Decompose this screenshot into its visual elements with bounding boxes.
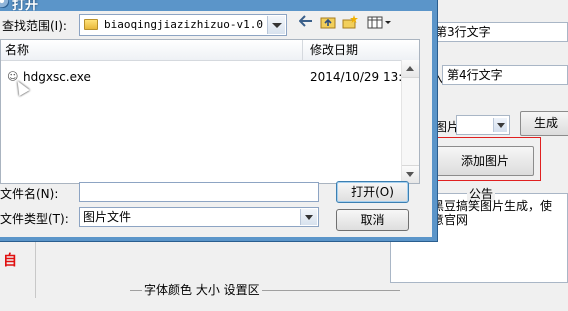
line3-text-field[interactable]: 第3行文字 [430, 22, 568, 42]
dialog-title-bar[interactable]: 打开 [0, 0, 437, 13]
chevron-down-icon [493, 118, 507, 132]
look-in-label: 查找范围(I): [2, 19, 67, 33]
file-name: hdgxsc.exe [23, 70, 91, 84]
file-type-label: 文件类型(T): [0, 212, 69, 226]
generate-button[interactable]: 生成 [520, 111, 568, 136]
dialog-body: 查找范围(I): biaoqingjiazizhizuo-v1.0 名称 修改日… [0, 11, 432, 237]
chevron-down-icon [300, 209, 317, 225]
line4-text-field[interactable]: 第4行文字 [442, 65, 568, 85]
back-arrow-icon[interactable] [296, 15, 316, 33]
line3-text-value: 第3行文字 [435, 25, 491, 39]
font-settings-title: 字体颜色 大小 设置区 [142, 281, 262, 298]
file-type-dropdown[interactable]: 图片文件 [79, 207, 319, 227]
look-in-value: biaoqingjiazizhizuo-v1.0 [104, 18, 263, 31]
file-type-value: 图片文件 [83, 210, 132, 224]
app-icon [0, 0, 9, 8]
view-menu-icon[interactable] [366, 15, 392, 33]
file-row[interactable]: ☺ hdgxsc.exe 2014/10/29 13:17 [1, 68, 419, 86]
column-header-name[interactable]: 名称 [1, 40, 302, 60]
folder-icon [84, 19, 98, 30]
cancel-button[interactable]: 取消 [336, 209, 409, 231]
chevron-down-icon [267, 16, 285, 34]
list-scrollbar[interactable] [401, 60, 419, 183]
open-file-dialog: 打开 查找范围(I): biaoqingjiazizhizuo-v1.0 名称 … [0, 0, 438, 242]
look-in-dropdown[interactable]: biaoqingjiazizhizuo-v1.0 [79, 14, 287, 36]
column-header-modified[interactable]: 修改日期 [306, 40, 406, 60]
open-button[interactable]: 打开(O) [336, 181, 409, 203]
notice-text: 明黑豆搞笑图片生成，使 留意官网 [420, 199, 553, 227]
scroll-up-icon[interactable] [402, 60, 419, 78]
file-name-label: 文件名(N): [0, 187, 59, 201]
add-image-button[interactable]: 添加图片 [436, 146, 534, 176]
list-header: 名称 修改日期 [1, 40, 419, 61]
file-list-view[interactable]: 名称 修改日期 ☺ hdgxsc.exe 2014/10/29 13:17 [0, 39, 420, 184]
image-select[interactable] [456, 115, 510, 135]
new-folder-icon[interactable] [340, 15, 360, 33]
red-status-text: 自 [3, 253, 17, 269]
line4-text-value: 第4行文字 [447, 68, 503, 82]
file-name-input[interactable] [79, 182, 319, 202]
column-divider[interactable] [302, 40, 303, 60]
up-folder-icon[interactable] [318, 15, 338, 33]
